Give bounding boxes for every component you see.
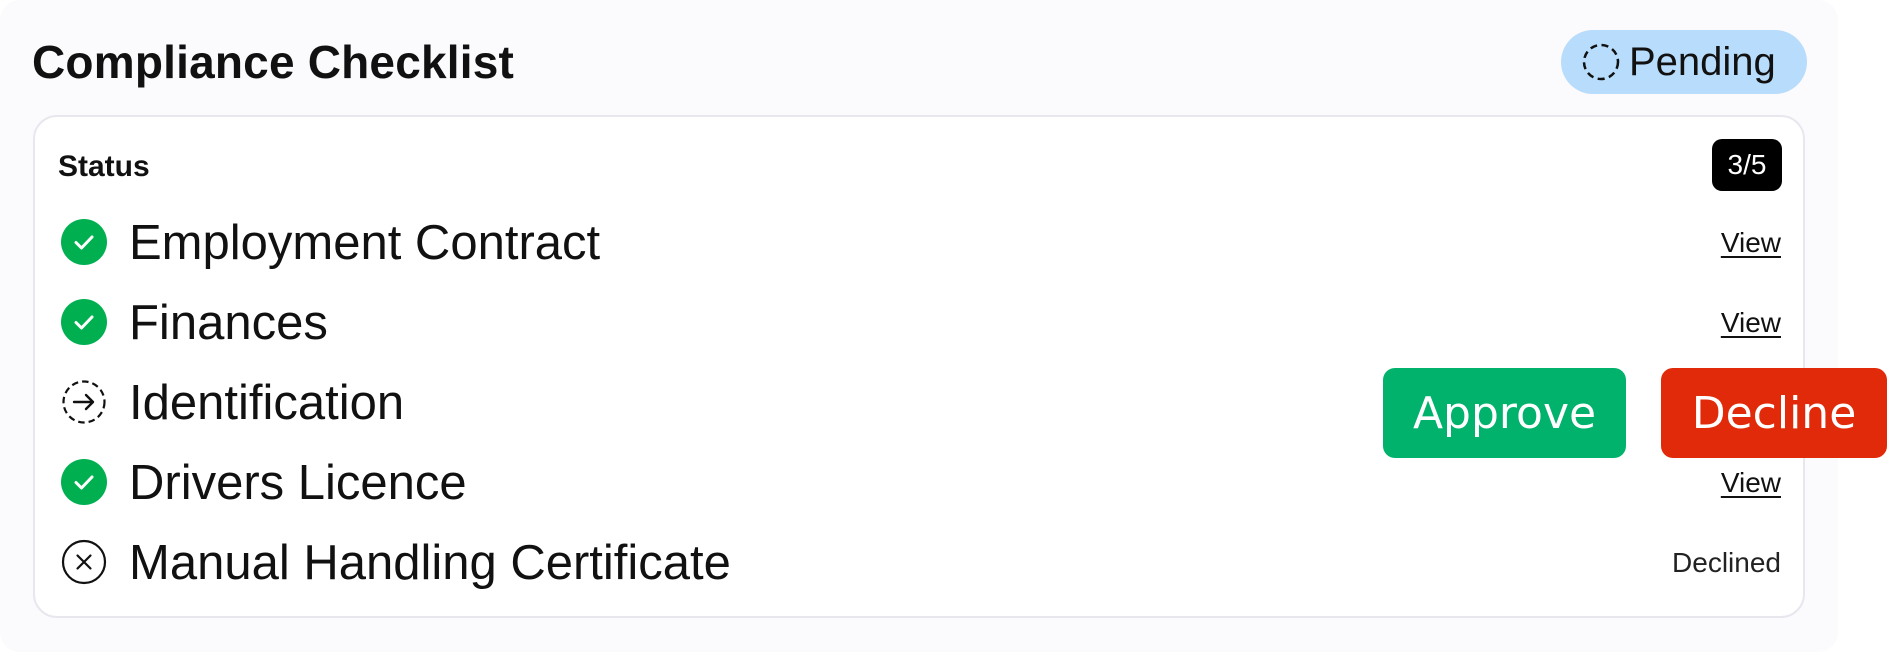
checklist-item-label: Drivers Licence (129, 456, 467, 510)
arrow-dashed-circle-icon (61, 379, 107, 425)
check-circle-icon (61, 459, 107, 505)
dashed-circle-icon (1582, 43, 1620, 81)
compliance-card: Compliance Checklist Pending Status 3/5 … (0, 0, 1838, 652)
declined-status-text: Declined (1672, 547, 1781, 578)
page-title: Compliance Checklist (32, 36, 515, 88)
progress-count-badge: 3/5 (1712, 139, 1782, 191)
status-heading: Status (58, 150, 150, 183)
checklist-panel: Status 3/5 Employment Contract View Fina… (33, 115, 1805, 618)
checklist-item-label: Employment Contract (129, 216, 601, 270)
checklist-item-label: Finances (129, 296, 328, 350)
check-circle-icon (61, 299, 107, 345)
checklist-item-label: Manual Handling Certificate (129, 536, 731, 590)
checklist-item-label: Identification (129, 376, 405, 430)
checklist-item-finances: Finances View (35, 282, 1803, 362)
decline-button[interactable]: Decline (1661, 368, 1887, 458)
view-link[interactable]: View (1721, 306, 1781, 340)
checklist-item-employment-contract: Employment Contract View (35, 202, 1803, 282)
status-badge: Pending (1561, 30, 1807, 94)
approve-button[interactable]: Approve (1383, 368, 1626, 458)
view-link[interactable]: View (1721, 226, 1781, 260)
status-badge-label: Pending (1629, 40, 1776, 84)
view-link[interactable]: View (1721, 466, 1781, 500)
checklist-item-manual-handling-certificate: Manual Handling Certificate Declined (35, 522, 1803, 602)
x-circle-icon (61, 539, 107, 585)
check-circle-icon (61, 219, 107, 265)
